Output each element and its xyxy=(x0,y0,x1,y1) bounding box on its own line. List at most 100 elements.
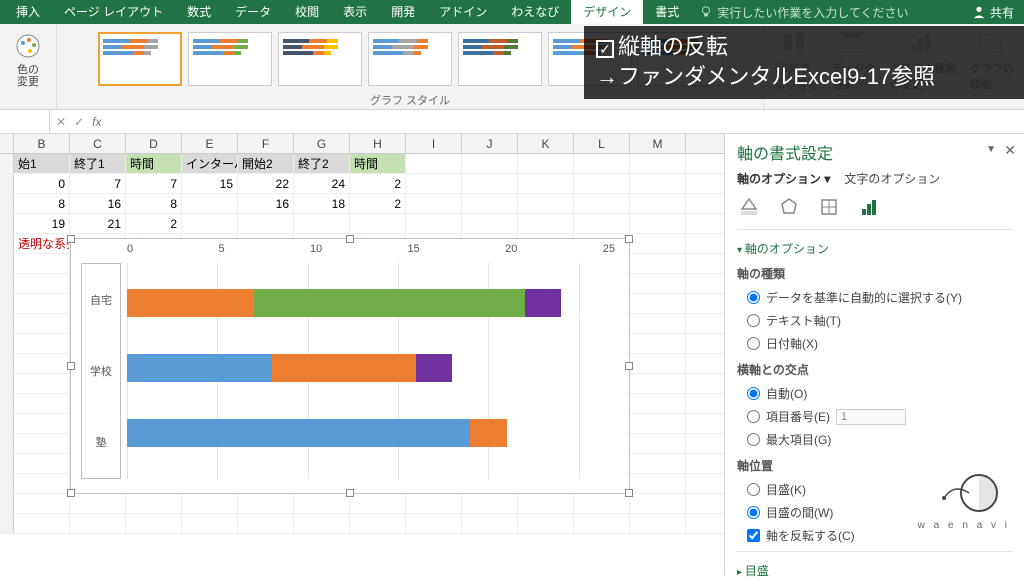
radio-cross-category[interactable]: 項目番号(E) xyxy=(737,405,1012,428)
cell[interactable] xyxy=(14,374,70,393)
cell[interactable] xyxy=(14,354,70,373)
cell[interactable] xyxy=(126,514,182,533)
cell[interactable] xyxy=(518,514,574,533)
section-ticks[interactable]: 目盛 xyxy=(737,560,1012,581)
cell[interactable] xyxy=(574,494,630,513)
cell[interactable] xyxy=(630,274,686,293)
radio-cross-auto[interactable]: 自動(O) xyxy=(737,382,1012,405)
col-header[interactable]: M xyxy=(630,134,686,153)
cell[interactable] xyxy=(182,494,238,513)
cell[interactable] xyxy=(518,174,574,193)
cell[interactable] xyxy=(518,154,574,173)
cell[interactable] xyxy=(630,254,686,273)
enter-icon[interactable]: ✓ xyxy=(74,115,84,129)
cell[interactable] xyxy=(182,194,238,213)
chart-style-thumb[interactable] xyxy=(458,32,542,86)
col-header[interactable]: L xyxy=(574,134,630,153)
tellme-search[interactable]: 実行したい作業を入力してください xyxy=(699,4,908,21)
cell[interactable] xyxy=(630,294,686,313)
col-header[interactable]: F xyxy=(238,134,294,153)
cell[interactable] xyxy=(630,314,686,333)
cell[interactable] xyxy=(14,294,70,313)
cell[interactable] xyxy=(350,514,406,533)
radio-axis-auto[interactable]: データを基準に自動的に選択する(Y) xyxy=(737,286,1012,309)
cross-category-input[interactable] xyxy=(836,409,906,425)
cell[interactable] xyxy=(350,494,406,513)
chart-style-thumb[interactable] xyxy=(278,32,362,86)
cell[interactable] xyxy=(238,214,294,233)
chart-bar[interactable] xyxy=(127,289,615,317)
cell[interactable] xyxy=(14,454,70,473)
cell[interactable] xyxy=(630,434,686,453)
cell[interactable]: 7 xyxy=(70,174,126,193)
cell[interactable] xyxy=(630,194,686,213)
cell[interactable] xyxy=(462,174,518,193)
cell[interactable] xyxy=(630,214,686,233)
tab-developer[interactable]: 開発 xyxy=(379,0,427,24)
cell[interactable]: 2 xyxy=(126,214,182,233)
cell[interactable] xyxy=(14,394,70,413)
col-header[interactable]: K xyxy=(518,134,574,153)
cell[interactable] xyxy=(574,194,630,213)
cell[interactable] xyxy=(630,474,686,493)
cell[interactable] xyxy=(630,354,686,373)
chart-bar[interactable] xyxy=(127,354,615,382)
chart-bar[interactable] xyxy=(127,419,615,447)
cell[interactable]: 21 xyxy=(70,214,126,233)
cell[interactable] xyxy=(406,514,462,533)
chart-x-axis[interactable]: 0510152025 xyxy=(127,243,615,261)
radio-axis-date[interactable]: 日付軸(X) xyxy=(737,332,1012,355)
cell[interactable] xyxy=(574,174,630,193)
pane-close-button[interactable]: ✕ xyxy=(1004,142,1016,159)
axis-options-icon[interactable] xyxy=(857,195,881,219)
col-header[interactable]: J xyxy=(462,134,518,153)
cell[interactable] xyxy=(182,214,238,233)
cell[interactable]: 2 xyxy=(350,174,406,193)
cell[interactable]: 時間 xyxy=(350,154,406,173)
cell[interactable] xyxy=(182,514,238,533)
cell[interactable] xyxy=(406,194,462,213)
cell[interactable]: 18 xyxy=(294,194,350,213)
radio-cross-max[interactable]: 最大項目(G) xyxy=(737,428,1012,451)
resize-handle[interactable] xyxy=(346,235,354,243)
tab-pagelayout[interactable]: ページ レイアウト xyxy=(52,0,175,24)
cell[interactable]: 時間 xyxy=(126,154,182,173)
tab-data[interactable]: データ xyxy=(223,0,283,24)
cell[interactable]: 7 xyxy=(126,174,182,193)
resize-handle[interactable] xyxy=(346,489,354,497)
cell[interactable] xyxy=(406,214,462,233)
col-header[interactable]: I xyxy=(406,134,462,153)
cell[interactable] xyxy=(630,374,686,393)
cell[interactable] xyxy=(518,214,574,233)
resize-handle[interactable] xyxy=(625,235,633,243)
cell[interactable]: 2 xyxy=(350,194,406,213)
tab-review[interactable]: 校閲 xyxy=(283,0,331,24)
cell[interactable] xyxy=(238,514,294,533)
tab-insert[interactable]: 挿入 xyxy=(4,0,52,24)
cell[interactable] xyxy=(238,494,294,513)
section-axis-options[interactable]: 軸のオプション xyxy=(737,238,1012,259)
cell[interactable] xyxy=(574,514,630,533)
cell[interactable] xyxy=(14,474,70,493)
resize-handle[interactable] xyxy=(625,362,633,370)
chart-object[interactable]: 0510152025 自宅学校塾 xyxy=(70,238,630,494)
col-header[interactable]: E xyxy=(182,134,238,153)
tab-axis-options[interactable]: 軸のオプション ▾ xyxy=(737,170,830,187)
cell[interactable]: 16 xyxy=(70,194,126,213)
worksheet-grid[interactable]: BCDEFGHIJKLM 始1終了1時間インターバ開始2終了2時間0771522… xyxy=(0,134,724,575)
cell[interactable] xyxy=(406,494,462,513)
cell[interactable] xyxy=(462,494,518,513)
cell[interactable] xyxy=(518,194,574,213)
cell[interactable] xyxy=(630,394,686,413)
effects-icon[interactable] xyxy=(777,195,801,219)
cell[interactable] xyxy=(462,214,518,233)
cell[interactable] xyxy=(462,514,518,533)
tab-view[interactable]: 表示 xyxy=(331,0,379,24)
cell[interactable]: 22 xyxy=(238,174,294,193)
cell[interactable] xyxy=(630,234,686,253)
cell[interactable]: インターバ xyxy=(182,154,238,173)
cell[interactable] xyxy=(14,434,70,453)
col-header[interactable]: D xyxy=(126,134,182,153)
cell[interactable] xyxy=(630,154,686,173)
tab-addin[interactable]: アドイン xyxy=(427,0,499,24)
